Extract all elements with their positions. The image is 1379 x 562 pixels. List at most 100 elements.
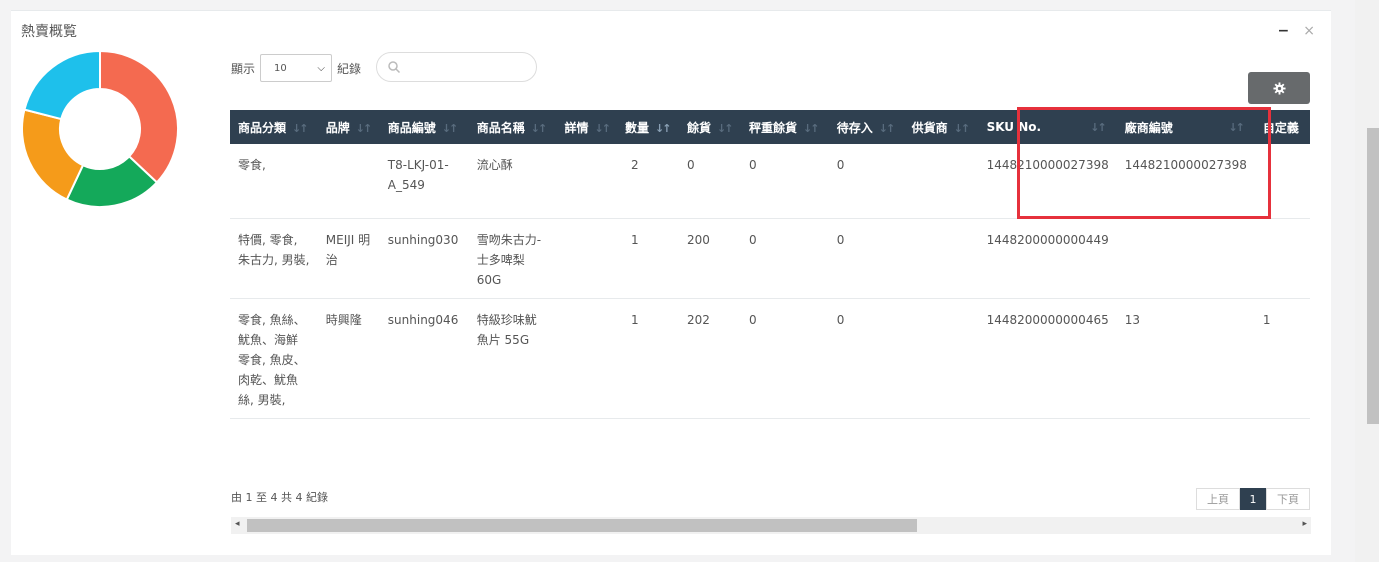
column-header[interactable]: 待存入 ↓↑ [828,110,904,144]
table-cell: 1448210000027399 [1116,418,1255,430]
column-header[interactable]: 詳情 ↓↑ [556,110,617,144]
table-cell: 13 [1116,298,1255,419]
records-label: 紀錄 [337,61,362,76]
panel-tools: − × [1278,23,1315,39]
sort-icon[interactable]: ↓↑ [442,122,459,135]
table-cell [1254,144,1310,219]
table-cell: 零食, [230,418,318,430]
table-cell: 0 [678,144,741,219]
page-vertical-scrollbar[interactable] [1355,0,1379,562]
sort-icon[interactable]: ↓↑ [595,122,612,135]
close-icon[interactable]: × [1303,23,1315,39]
table-cell [317,144,380,219]
sort-icon[interactable]: ↓↑ [655,122,672,135]
gear-icon [1272,81,1286,95]
column-header-label: 待存入 [836,120,873,135]
scrollbar-thumb[interactable] [247,519,917,532]
column-header-label: 商品編號 [387,120,436,135]
table-cell: 1448210000027398 [978,144,1117,219]
sort-icon[interactable]: ↓↑ [954,122,971,135]
column-header[interactable]: 餘貨 ↓↑ [678,110,741,144]
scroll-right-icon[interactable]: ▸ [1302,519,1307,529]
table-cell: 0 [741,298,829,419]
table-header-row: 商品分類 ↓↑ 品牌 ↓↑ 商品編號 ↓↑ 商品名稱 ↓↑ 詳情 ↓↑ 數量 ↓↑ 餘貨 ↓↑ 秤重餘貨 ↓↑… [230,110,1310,144]
table-row[interactable]: 特價, 零食, 朱古力, 男裝, MEIJI 明治 sunhing030 雪吻朱古力-… [230,218,1310,299]
sort-icon[interactable]: ↓↑ [356,122,373,135]
table-cell: MEIJI 明治 [317,218,380,299]
column-header-label: 秤重餘貨 [749,120,798,135]
column-header-label: 自定義 [1262,120,1299,135]
donut-slice[interactable] [23,51,101,121]
table-cell: 0 [741,218,829,299]
column-header[interactable]: 商品分類 ↓↑ [230,110,318,144]
table-cell [556,218,617,299]
table-cell: 零食, 魚絲、魷魚、海鮮零食, 魚皮、肉乾、魷魚絲, 男裝, [230,298,318,419]
table-cell [1254,218,1310,299]
table-cell: T8-LKJ-01-A_549 [379,144,469,219]
column-header-label: 數量 [624,120,649,135]
table-cell: 202 [678,298,741,419]
column-header[interactable]: 數量 ↓↑ [616,110,679,144]
table-cell: 1 [1254,298,1310,419]
page-size-select[interactable]: 10 ⌵ [260,54,333,82]
page-size-value: 10 [274,62,287,74]
sort-icon[interactable]: ↓↑ [1228,121,1245,134]
table-row[interactable]: 零食, 魚絲、魷魚、海鮮零食, 魚皮、肉乾、魷魚絲, 男裝, 時興隆 sunhing… [230,298,1310,419]
sort-icon[interactable]: ↓↑ [717,122,734,135]
column-header[interactable]: 品牌 ↓↑ [317,110,380,144]
table-cell: 0 [678,418,741,430]
table-cell [556,144,617,219]
table-cell: 0 [741,418,829,430]
page-1-button[interactable]: 1 [1240,488,1266,510]
table-cell [556,298,617,419]
table-cell: sunhing030 [379,218,469,299]
minus-icon[interactable]: − [1278,23,1290,39]
table-row[interactable]: 零食,T8-LKJ-01-A_550流心酥1000144821000002739… [230,418,1310,430]
donut-slice[interactable] [22,108,85,201]
column-header-label: 商品分類 [238,120,287,135]
table-cell [1254,418,1310,430]
column-header[interactable]: 自定義 [1254,110,1310,144]
sort-icon[interactable]: ↓↑ [1090,121,1107,134]
table-row[interactable]: 零食, T8-LKJ-01-A_549 流心酥 2 0 0 0 144821000002739… [230,144,1310,219]
table-horizontal-scrollbar[interactable]: ◂ ▸ [231,517,1311,534]
sort-icon[interactable]: ↓↑ [803,122,820,135]
table-cell: 1448200000000449 [978,218,1117,299]
table-cell [1116,218,1255,299]
table-cell [903,144,979,219]
table-body: 零食, T8-LKJ-01-A_549 流心酥 2 0 0 0 144821000002739… [230,144,1310,430]
donut-slice[interactable] [99,51,178,184]
sort-icon[interactable]: ↓↑ [879,122,896,135]
column-header[interactable]: 廠商編號 ↓↑ [1116,110,1255,144]
table-cell: 1 [616,218,679,299]
column-header[interactable]: 商品名稱 ↓↑ [468,110,557,144]
sort-icon[interactable]: ↓↑ [531,122,548,135]
column-header-label: 供貨商 [911,120,948,135]
next-page-button[interactable]: 下頁 [1266,488,1310,510]
search-input[interactable] [376,52,537,82]
page-length-control: 顯示 10 ⌵ 紀錄 [231,54,361,82]
column-header[interactable]: 商品編號 ↓↑ [379,110,469,144]
column-settings-button[interactable] [1248,72,1310,104]
chevron-down-icon: ⌵ [317,62,326,74]
scrollbar-thumb[interactable] [1367,128,1379,424]
scroll-left-icon[interactable]: ◂ [235,519,240,529]
column-header[interactable]: 供貨商 ↓↑ [903,110,979,144]
table-cell: T8-LKJ-01-A_550 [379,418,469,430]
table-cell: 1448210000027399 [978,418,1117,430]
table-cell: 1 [616,418,679,430]
table-cell: 200 [678,218,741,299]
panel-title: 熱賣概覧 [21,24,77,40]
sort-icon[interactable]: ↓↑ [292,122,309,135]
products-table: 商品分類 ↓↑ 品牌 ↓↑ 商品編號 ↓↑ 商品名稱 ↓↑ 詳情 ↓↑ 數量 ↓↑ 餘貨 ↓↑ 秤重餘貨 ↓↑… [230,110,1310,430]
show-label: 顯示 [231,61,256,76]
table-cell [556,418,617,430]
table-cell: 流心酥 [468,144,557,219]
column-header-label: 商品名稱 [476,120,525,135]
table-cell: 0 [828,298,904,419]
table-cell: 0 [741,144,829,219]
column-header[interactable]: SKU No. ↓↑ [978,110,1117,144]
table-cell: 0 [828,218,904,299]
column-header[interactable]: 秤重餘貨 ↓↑ [741,110,829,144]
prev-page-button[interactable]: 上頁 [1196,488,1240,510]
